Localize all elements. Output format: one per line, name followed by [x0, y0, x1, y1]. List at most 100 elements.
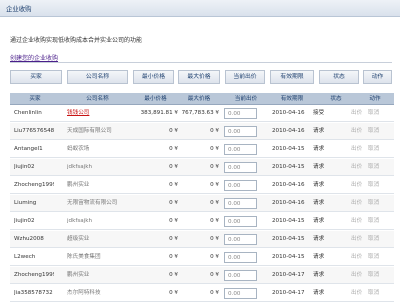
bid-action-link[interactable]: 出价: [351, 231, 363, 248]
sort-max-price-button[interactable]: 最大价格: [178, 70, 220, 84]
page-title: 企业收购: [6, 5, 32, 13]
max-price-cell: 0 ¥: [210, 128, 219, 134]
bid-input[interactable]: [224, 252, 257, 263]
min-price-cell: 0 ¥: [169, 254, 178, 260]
expiry-cell: 2010-04-16: [272, 110, 305, 116]
sort-min-price-button[interactable]: 最小价格: [133, 70, 174, 84]
table-row: Zhocheng1999 鹏州实业 0 ¥ 0 ¥ 2010-04-16 请求 …: [10, 177, 394, 194]
buyer-cell: L2wech: [14, 254, 36, 260]
bid-input[interactable]: [224, 162, 257, 173]
buyer-cell: Liuming: [14, 200, 37, 206]
status-cell: 请求: [313, 254, 325, 260]
status-cell: 请求: [313, 272, 325, 278]
expiry-cell: 2010-04-16: [272, 200, 305, 206]
cancel-action-link[interactable]: 取消: [368, 267, 382, 284]
min-price-cell: 383,891.81 ¥: [140, 110, 178, 116]
bid-input[interactable]: [224, 288, 257, 299]
sort-buyer-button[interactable]: 买家: [10, 70, 62, 84]
table-row: L2wech 陈氏美食集团 0 ¥ 0 ¥ 2010-04-15 请求 出价 取…: [10, 249, 394, 266]
cancel-action-link[interactable]: 取消: [368, 285, 382, 302]
sort-button-row: 买家 公司名称 最小价格 最大价格 当前出价 有效期限 状态 动作: [10, 70, 392, 84]
bid-action-link[interactable]: 出价: [351, 249, 363, 266]
column-header: 买家: [29, 96, 41, 102]
bid-action-link[interactable]: 出价: [351, 105, 363, 122]
cancel-action-link[interactable]: 取消: [368, 249, 382, 266]
column-header: 动作: [369, 96, 381, 102]
bid-input[interactable]: [224, 180, 257, 191]
table-row: Antangel1 蚂蚁农场 0 ¥ 0 ¥ 2010-04-15 请求 出价 …: [10, 141, 394, 158]
expiry-cell: 2010-04-17: [272, 290, 305, 296]
expiry-cell: 2010-04-15: [272, 164, 305, 170]
sort-action-button[interactable]: 动作: [363, 70, 392, 84]
bid-action-link[interactable]: 出价: [351, 159, 363, 176]
max-price-cell: 767,783.63 ¥: [181, 110, 219, 116]
buyer-cell: Jia358578732: [14, 290, 53, 296]
table-row: Zhocheng1999 鹏州实业 0 ¥ 0 ¥ 2010-04-17 请求 …: [10, 267, 394, 284]
sort-current-bid-button[interactable]: 当前出价: [225, 70, 265, 84]
sort-expiry-button[interactable]: 有效期限: [270, 70, 314, 84]
expiry-cell: 2010-04-16: [272, 182, 305, 188]
bid-action-link[interactable]: 出价: [351, 285, 363, 302]
buyer-cell: Jiujin02: [14, 164, 35, 170]
buyer-cell: Liu776576548: [14, 128, 54, 134]
status-cell: 接受: [313, 110, 325, 116]
bid-input[interactable]: [224, 126, 257, 137]
cancel-action-link[interactable]: 取消: [368, 195, 382, 212]
title-bar: 企业收购: [0, 0, 400, 17]
bid-action-link[interactable]: 出价: [351, 267, 363, 284]
buyer-cell: Antangel1: [14, 146, 43, 152]
expiry-cell: 2010-04-15: [272, 254, 305, 260]
table-row: Liu776576548 天成国际有限公司 0 ¥ 0 ¥ 2010-04-16…: [10, 123, 394, 140]
table-row: Chenlinlin 钱钱公司 383,891.81 ¥ 767,783.63 …: [10, 105, 394, 122]
sort-company-button[interactable]: 公司名称: [67, 70, 128, 84]
column-header: 有效期限: [280, 96, 304, 102]
status-cell: 请求: [313, 128, 325, 134]
cancel-action-link[interactable]: 取消: [368, 159, 382, 176]
cancel-action-link[interactable]: 取消: [368, 123, 382, 140]
table-row: Jia358578732 杰尔阿特科技 0 ¥ 0 ¥ 2010-04-17 请…: [10, 285, 394, 302]
min-price-cell: 0 ¥: [169, 164, 178, 170]
cancel-action-link[interactable]: 取消: [368, 177, 382, 194]
buyer-cell: Zhocheng1999: [14, 272, 54, 278]
table-row: Jiujin02 jdkfsajkh 0 ¥ 0 ¥ 2010-04-15 请求…: [10, 213, 394, 230]
cancel-action-link[interactable]: 取消: [368, 213, 382, 230]
expiry-cell: 2010-04-15: [272, 236, 305, 242]
table-row: Liuming 无限宙物流有限公司 0 ¥ 0 ¥ 2010-04-16 请求 …: [10, 195, 394, 212]
max-price-cell: 0 ¥: [210, 272, 219, 278]
buyer-cell: Wzhu2008: [14, 236, 44, 242]
column-header: 最大价格: [187, 96, 211, 102]
bid-action-link[interactable]: 出价: [351, 177, 363, 194]
max-price-cell: 0 ¥: [210, 218, 219, 224]
min-price-cell: 0 ¥: [169, 290, 178, 296]
sort-status-button[interactable]: 状态: [319, 70, 359, 84]
cancel-action-link[interactable]: 取消: [368, 141, 382, 158]
create-acquisition-link[interactable]: 创建您的企业收购: [10, 53, 58, 62]
cancel-action-link[interactable]: 取消: [368, 105, 382, 122]
acquisition-table: 买家 公司名称 最小价格 最大价格 当前出价 有效期限 状态 动作 Chenli…: [10, 93, 394, 304]
bid-input[interactable]: [224, 216, 257, 227]
max-price-cell: 0 ¥: [210, 164, 219, 170]
min-price-cell: 0 ¥: [169, 182, 178, 188]
table-header: 买家 公司名称 最小价格 最大价格 当前出价 有效期限 状态 动作: [10, 93, 394, 105]
bid-input[interactable]: [224, 108, 257, 119]
bid-input[interactable]: [224, 234, 257, 245]
min-price-cell: 0 ¥: [169, 200, 178, 206]
buyer-cell: Zhocheng1999: [14, 182, 54, 188]
bid-input[interactable]: [224, 270, 257, 281]
bid-action-link[interactable]: 出价: [351, 141, 363, 158]
status-cell: 请求: [313, 164, 325, 170]
max-price-cell: 0 ¥: [210, 254, 219, 260]
bid-action-link[interactable]: 出价: [351, 195, 363, 212]
bid-action-link[interactable]: 出价: [351, 213, 363, 230]
bid-input[interactable]: [224, 198, 257, 209]
max-price-cell: 0 ¥: [210, 236, 219, 242]
status-cell: 请求: [313, 200, 325, 206]
bid-action-link[interactable]: 出价: [351, 123, 363, 140]
cancel-action-link[interactable]: 取消: [368, 231, 382, 248]
table-row: Jiujin02 jdkfsajkh 0 ¥ 0 ¥ 2010-04-15 请求…: [10, 159, 394, 176]
max-price-cell: 0 ¥: [210, 146, 219, 152]
expiry-cell: 2010-04-15: [272, 146, 305, 152]
min-price-cell: 0 ¥: [169, 272, 178, 278]
bid-input[interactable]: [224, 144, 257, 155]
max-price-cell: 0 ¥: [210, 200, 219, 206]
